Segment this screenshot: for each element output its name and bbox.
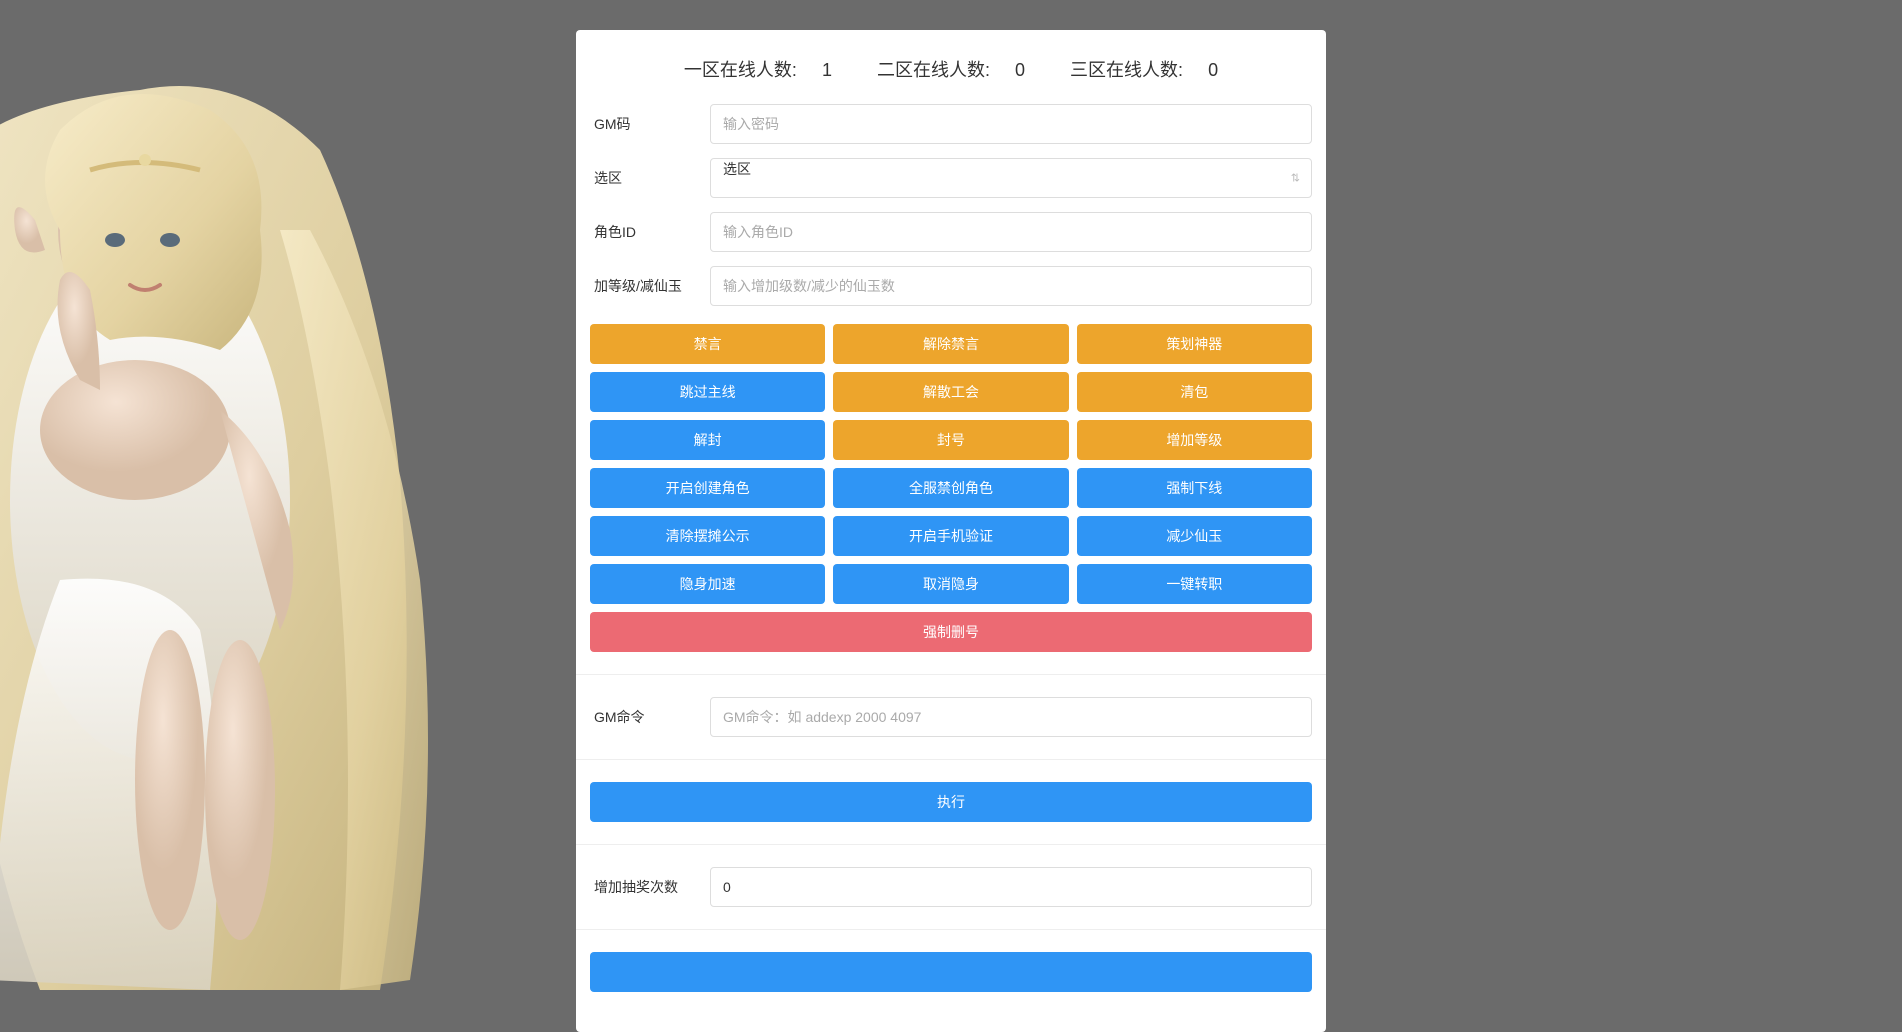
gm-code-label: GM码 [590, 114, 710, 134]
execute-button[interactable]: 执行 [590, 782, 1312, 822]
role-id-label: 角色ID [590, 222, 710, 242]
mute-button[interactable]: 禁言 [590, 324, 825, 364]
admin-panel: 一区在线人数: 1 二区在线人数: 0 三区在线人数: 0 GM码 选区 选区 … [576, 30, 1326, 1032]
one-key-job-change-button[interactable]: 一键转职 [1077, 564, 1312, 604]
level-jade-input[interactable] [710, 266, 1312, 306]
lottery-count-label: 增加抽奖次数 [590, 877, 710, 897]
zone-select-label: 选区 [590, 168, 710, 188]
stealth-speed-button[interactable]: 隐身加速 [590, 564, 825, 604]
enable-create-role-button[interactable]: 开启创建角色 [590, 468, 825, 508]
divider [576, 759, 1326, 760]
force-offline-button[interactable]: 强制下线 [1077, 468, 1312, 508]
add-level-button[interactable]: 增加等级 [1077, 420, 1312, 460]
reduce-jade-button[interactable]: 减少仙玉 [1077, 516, 1312, 556]
gm-command-input[interactable] [710, 697, 1312, 737]
divider [576, 929, 1326, 930]
clear-bag-button[interactable]: 清包 [1077, 372, 1312, 412]
bottom-action-button[interactable] [590, 952, 1312, 992]
ban-button[interactable]: 封号 [833, 420, 1068, 460]
divider [576, 674, 1326, 675]
force-delete-account-button[interactable]: 强制删号 [590, 612, 1312, 652]
skip-main-button[interactable]: 跳过主线 [590, 372, 825, 412]
gm-code-input[interactable] [710, 104, 1312, 144]
level-jade-label: 加等级/减仙玉 [590, 276, 710, 296]
role-id-input[interactable] [710, 212, 1312, 252]
action-button-grid: 禁言 解除禁言 策划神器 跳过主线 解散工会 清包 解封 封号 增加等级 开启创… [590, 324, 1312, 652]
unban-button[interactable]: 解封 [590, 420, 825, 460]
online-stats: 一区在线人数: 1 二区在线人数: 0 三区在线人数: 0 [590, 56, 1312, 82]
dissolve-guild-button[interactable]: 解散工会 [833, 372, 1068, 412]
clear-stall-notice-button[interactable]: 清除摆摊公示 [590, 516, 825, 556]
divider [576, 844, 1326, 845]
unmute-button[interactable]: 解除禁言 [833, 324, 1068, 364]
character-illustration [0, 30, 460, 1000]
zone-select[interactable]: 选区 [710, 158, 1312, 198]
enable-phone-verify-button[interactable]: 开启手机验证 [833, 516, 1068, 556]
gm-command-label: GM命令 [590, 707, 710, 727]
lottery-count-input[interactable] [710, 867, 1312, 907]
cancel-stealth-button[interactable]: 取消隐身 [833, 564, 1068, 604]
disable-create-role-button[interactable]: 全服禁创角色 [833, 468, 1068, 508]
planner-artifact-button[interactable]: 策划神器 [1077, 324, 1312, 364]
